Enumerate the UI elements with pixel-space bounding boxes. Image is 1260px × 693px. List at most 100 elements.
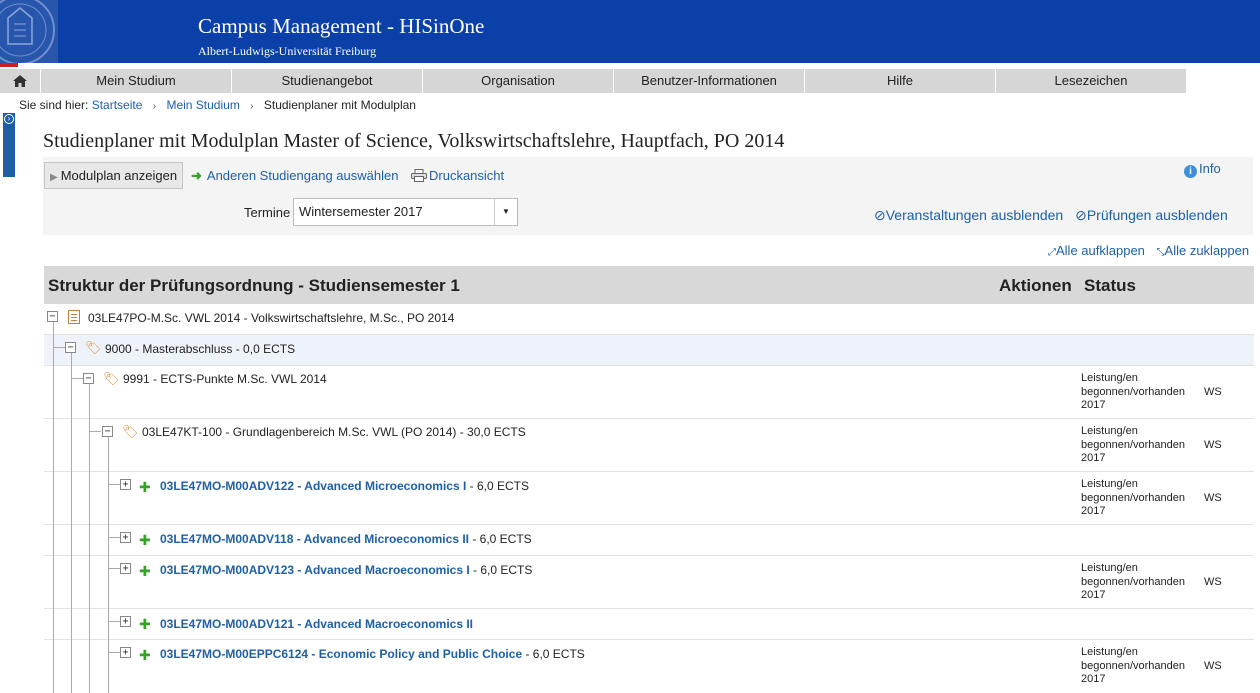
tree-node-label: 03LE47KT-100 - Grundlagenbereich M.Sc. V… xyxy=(142,425,526,439)
status-semester: WS xyxy=(1204,492,1222,504)
nav-benutzer-informationen[interactable]: Benutzer-Informationen xyxy=(613,69,804,93)
tag-icon: 🏷 xyxy=(122,424,139,439)
alle-zuklappen-link[interactable]: ⤡Alle zuklappen xyxy=(1157,243,1250,258)
info-link[interactable]: i Info xyxy=(1184,161,1221,178)
breadcrumb: Sie sind hier: Startseite › Mein Studium… xyxy=(19,98,416,112)
tree-line xyxy=(108,621,120,622)
status-text: Leistung/en begonnen/vorhanden 2017 xyxy=(1081,478,1185,517)
chevron-right-icon: › xyxy=(250,101,254,112)
module-ects: - 6,0 ECTS xyxy=(469,563,533,577)
module-link[interactable]: 03LE47MO-M00ADV123 - Advanced Macroecono… xyxy=(160,563,470,577)
anderen-studiengang-link[interactable]: ➜ Anderen Studiengang auswählen xyxy=(191,168,398,184)
university-seal-logo[interactable] xyxy=(0,0,58,63)
info-label: Info xyxy=(1199,161,1221,176)
module-ects: - 6,0 ECTS xyxy=(466,479,530,493)
printer-icon xyxy=(411,169,427,182)
alle-aufklappen-link[interactable]: ⤢Alle aufklappen xyxy=(1048,243,1145,258)
nav-organisation[interactable]: Organisation xyxy=(422,69,613,93)
druckansicht-link[interactable]: Druckansicht xyxy=(411,168,504,183)
green-arrow-icon: ➜ xyxy=(191,168,202,183)
header-status: Status xyxy=(1084,276,1136,295)
puzzle-module-icon: ✚ xyxy=(139,616,151,632)
tree-line xyxy=(108,437,109,693)
collapse-toggle[interactable]: − xyxy=(102,426,113,437)
breadcrumb-mein-studium[interactable]: Mein Studium xyxy=(166,98,239,112)
nav-hilfe[interactable]: Hilfe xyxy=(804,69,995,93)
tree-node-label: 9991 - ECTS-Punkte M.Sc. VWL 2014 xyxy=(123,372,327,386)
home-icon xyxy=(13,75,27,87)
main-navigation: Mein Studium Studienangebot Organisation… xyxy=(0,67,1260,93)
info-icon: i xyxy=(1184,165,1197,178)
status-semester: WS xyxy=(1204,660,1222,672)
tree-line xyxy=(108,484,120,485)
status-text: Leistung/en begonnen/vorhanden 2017 xyxy=(1081,372,1185,411)
module-link[interactable]: 03LE47MO-M00ADV121 - Advanced Macroecono… xyxy=(160,617,473,631)
status-semester: WS xyxy=(1204,386,1222,398)
termine-select[interactable]: Wintersemester 2017 ▼ xyxy=(293,198,518,226)
expand-toggle[interactable]: + xyxy=(120,616,131,627)
expand-toggle[interactable]: + xyxy=(120,532,131,543)
sidebar-toggle[interactable]: › xyxy=(3,113,15,177)
hide-links: ⊘Veranstaltungen ausblenden ⊘Prüfungen a… xyxy=(874,207,1228,224)
tree-node-label: 03LE47PO-M.Sc. VWL 2014 - Volkswirtschaf… xyxy=(88,311,455,325)
veranstaltungen-ausblenden-link[interactable]: ⊘Veranstaltungen ausblenden xyxy=(874,207,1063,223)
expand-toggle[interactable]: + xyxy=(120,647,131,658)
eye-slash-icon: ⊘ xyxy=(1075,207,1087,223)
collapse-toggle[interactable]: − xyxy=(83,373,94,384)
collapse-arrows-icon: ⤡ xyxy=(1156,247,1165,258)
collapse-toggle[interactable]: − xyxy=(47,311,58,322)
page-title: Studienplaner mit Modulplan Master of Sc… xyxy=(43,130,785,152)
tree-line xyxy=(71,378,83,379)
anderen-studiengang-label: Anderen Studiengang auswählen xyxy=(206,168,399,183)
pruefungen-ausblenden-link[interactable]: ⊘Prüfungen ausblenden xyxy=(1075,207,1228,223)
status-text: Leistung/en begonnen/vorhanden 2017 xyxy=(1081,562,1185,601)
module-link[interactable]: 03LE47MO-M00EPPC6124 - Economic Policy a… xyxy=(160,647,522,661)
pruefungen-ausblenden-label: Prüfungen ausblenden xyxy=(1086,207,1228,223)
puzzle-module-icon: ✚ xyxy=(139,479,151,495)
status-text: Leistung/en begonnen/vorhanden 2017 xyxy=(1081,646,1185,685)
tree-line xyxy=(53,347,65,348)
alle-zuklappen-label: Alle zuklappen xyxy=(1164,243,1250,258)
modulplan-button-label: Modulplan anzeigen xyxy=(60,168,178,183)
nav-lesezeichen[interactable]: Lesezeichen xyxy=(995,69,1186,93)
status-semester: WS xyxy=(1204,576,1222,588)
chevron-right-icon: › xyxy=(152,101,157,112)
tag-icon: 🏷 xyxy=(103,371,120,386)
breadcrumb-current: Studienplaner mit Modulplan xyxy=(263,98,416,112)
expand-toggle[interactable]: + xyxy=(120,479,131,490)
veranstaltungen-ausblenden-label: Veranstaltungen ausblenden xyxy=(885,207,1064,223)
druckansicht-label: Druckansicht xyxy=(429,168,505,183)
breadcrumb-startseite[interactable]: Startseite xyxy=(92,98,143,112)
termine-label: Termine xyxy=(244,205,291,220)
breadcrumb-prefix: Sie sind hier: xyxy=(19,98,89,112)
modulplan-anzeigen-button[interactable]: ▶ Modulplan anzeigen xyxy=(44,162,184,189)
status-text: Leistung/en begonnen/vorhanden 2017 xyxy=(1081,425,1185,464)
module-row-text: 03LE47MO-M00ADV123 - Advanced Macroecono… xyxy=(160,563,532,577)
module-ects: - 6,0 ECTS xyxy=(469,532,532,546)
module-link[interactable]: 03LE47MO-M00ADV122 - Advanced Microecono… xyxy=(160,479,466,493)
document-icon xyxy=(68,310,80,324)
tree-line xyxy=(108,568,120,569)
eye-slash-icon: ⊘ xyxy=(874,207,886,223)
module-row-text: 03LE47MO-M00EPPC6124 - Economic Policy a… xyxy=(160,647,585,661)
module-link[interactable]: 03LE47MO-M00ADV118 - Advanced Microecono… xyxy=(160,532,469,546)
app-header: Campus Management - HISinOne Albert-Ludw… xyxy=(0,0,1260,63)
app-title: Campus Management - HISinOne xyxy=(198,14,485,38)
expand-arrow-icon: › xyxy=(4,114,14,124)
home-button[interactable] xyxy=(0,69,40,93)
nav-mein-studium[interactable]: Mein Studium xyxy=(40,69,231,93)
alle-aufklappen-label: Alle aufklappen xyxy=(1056,243,1145,258)
nav-studienangebot[interactable]: Studienangebot xyxy=(231,69,422,93)
tree-line xyxy=(53,322,54,693)
tree-node-label: 9000 - Masterabschluss - 0,0 ECTS xyxy=(105,342,296,356)
play-triangle-icon: ▶ xyxy=(50,172,58,183)
expand-toggle[interactable]: + xyxy=(120,563,131,574)
module-row-text: 03LE47MO-M00ADV121 - Advanced Macroecono… xyxy=(160,617,473,631)
puzzle-module-icon: ✚ xyxy=(139,647,151,663)
expand-collapse-links: ⤢Alle aufklappen ⤡Alle zuklappen xyxy=(1040,243,1249,258)
puzzle-module-icon: ✚ xyxy=(139,532,151,548)
status-semester: WS xyxy=(1204,439,1222,451)
module-row-text: 03LE47MO-M00ADV122 - Advanced Microecono… xyxy=(160,479,529,493)
collapse-toggle[interactable]: − xyxy=(65,342,76,353)
tree-line xyxy=(108,537,120,538)
